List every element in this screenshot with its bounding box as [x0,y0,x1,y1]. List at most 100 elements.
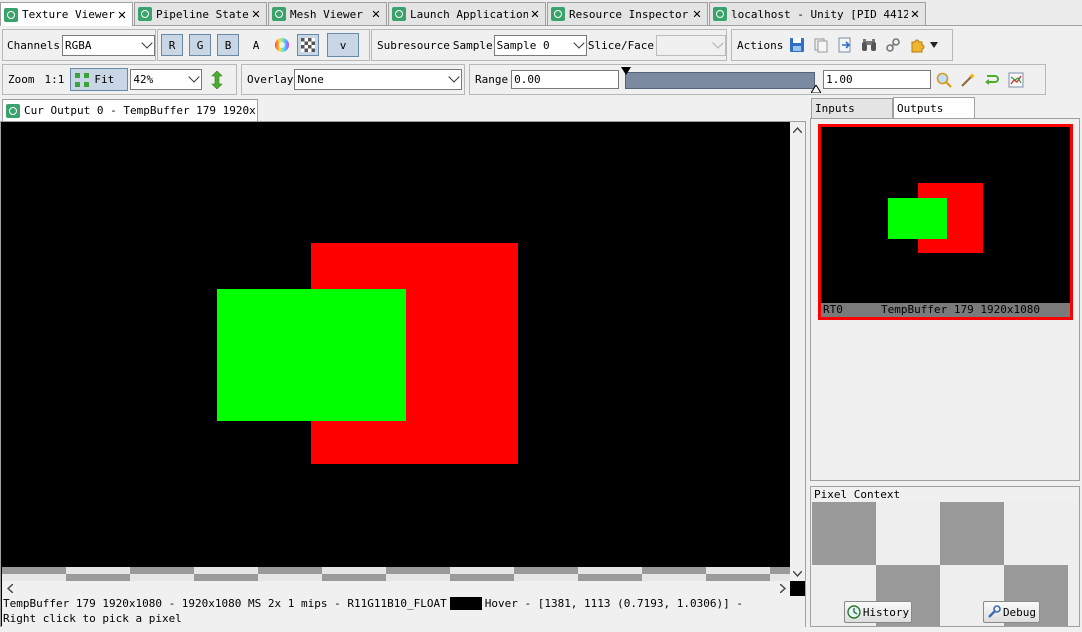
chevron-down-icon [573,36,585,49]
slice-face-select[interactable] [656,34,726,56]
debug-button[interactable]: Debug [983,601,1040,623]
tab-localhost-unity[interactable]: localhost - Unity [PID 4412] ✕ [709,2,926,25]
close-icon[interactable]: ✕ [249,7,263,21]
auto-fit-wand-icon[interactable] [959,71,977,89]
scroll-left-icon[interactable] [2,581,17,596]
status-line-2: Right click to pick a pixel [3,612,182,625]
range-max-handle[interactable] [811,84,822,93]
scroll-up-icon[interactable] [790,122,805,137]
pixel-context-panel: Pixel Context History Debug [810,486,1080,627]
thumbnail-slot: RT0 [823,303,843,316]
copy-icon[interactable] [812,36,830,54]
range-max-input[interactable]: 1.00 [823,70,932,89]
range-histogram[interactable] [621,66,825,94]
save-icon[interactable] [788,36,806,54]
range-min-input[interactable]: 0.00 [511,70,620,89]
tab-label: Texture Viewer [22,8,115,21]
histogram-icon[interactable] [1007,71,1025,89]
tab-inputs[interactable]: Inputs [811,98,893,118]
reset-range-icon[interactable] [983,71,1001,89]
texture-view-panel: TempBuffer 179 1920x1080 - 1920x1080 MS … [0,121,806,627]
open-in-viewer-icon[interactable] [836,36,854,54]
channels-value: RGBA [64,38,92,52]
tab-label: Mesh Viewer [290,7,363,21]
checkerboard-button[interactable] [297,34,319,56]
renderdoc-icon [551,7,565,21]
status-bar: TempBuffer 179 1920x1080 - 1920x1080 MS … [2,596,805,627]
blue-channel-label: B [224,38,232,52]
green-channel-button[interactable]: G [189,34,211,56]
history-icon [847,605,861,619]
renderdoc-icon [138,7,152,21]
zoom-select[interactable]: 42% [130,69,203,90]
range-label: Range [475,73,509,86]
close-icon[interactable]: ✕ [908,7,922,21]
tab-label: Outputs [897,102,944,115]
chevron-down-icon: v [339,38,347,52]
fit-button[interactable]: Fit [70,68,129,91]
tab-label: localhost - Unity [PID 4412] [731,7,908,21]
puzzle-icon[interactable] [908,36,926,54]
actions-group: Actions [731,29,953,61]
overlay-value: None [297,73,324,86]
tab-label: Pipeline State [156,7,249,21]
pixel-cell [940,502,1004,565]
overlay-select[interactable]: None [294,69,463,90]
zoom-one-to-one-button[interactable]: 1:1 [45,73,65,86]
dropdown-arrow-icon[interactable] [928,36,940,54]
tab-texture-viewer[interactable]: Texture Viewer ✕ [0,2,133,26]
close-icon[interactable]: ✕ [369,7,383,21]
checkerboard-icon [301,38,315,52]
close-icon[interactable]: ✕ [115,8,129,22]
channels-select[interactable]: RGBA [61,34,155,56]
green-rectangle [217,289,406,421]
tab-cur-output[interactable]: Cur Output 0 - TempBuffer 179 1920x1⋯ [2,99,258,121]
subresource-label: Subresource [377,38,450,52]
texture-canvas[interactable] [2,122,790,567]
scroll-down-icon[interactable] [790,566,805,581]
tab-launch-application[interactable]: Launch Application ✕ [388,2,546,25]
alpha-channel-label: A [252,38,260,52]
checkerboard-strip [2,567,790,581]
subresource-group: Subresource Sample Sample 0 Slice/Face [371,29,727,61]
red-channel-label: R [168,38,176,52]
history-button[interactable]: History [844,601,912,623]
tab-outputs[interactable]: Outputs [893,97,975,119]
output-thumbnail[interactable]: RT0 TempBuffer 179 1920x1080 [818,124,1073,320]
renderdoc-icon [4,7,18,22]
close-icon[interactable]: ✕ [690,7,704,21]
slice-face-label: Slice/Face [587,38,655,52]
alpha-channel-button[interactable]: A [245,34,267,56]
scroll-right-icon[interactable] [775,581,790,596]
link-icon[interactable] [884,36,902,54]
red-channel-button[interactable]: R [161,34,183,56]
horizontal-scrollbar[interactable] [2,581,790,596]
more-channels-button[interactable]: v [327,33,359,57]
tab-label: Resource Inspector [569,7,689,21]
chevron-down-icon [712,36,724,49]
close-icon[interactable]: ✕ [528,7,542,21]
tab-pipeline-state[interactable]: Pipeline State ✕ [134,2,267,25]
document-tab-bar: Texture Viewer ✕ Pipeline State ✕ Mesh V… [0,0,1082,26]
vertical-scrollbar[interactable] [790,122,805,581]
color-wheel-icon[interactable] [273,36,291,54]
binoculars-icon[interactable] [860,36,878,54]
range-min-handle[interactable] [621,66,632,75]
wrench-icon [988,605,1001,618]
chevron-down-icon [448,71,461,83]
flip-vertical-icon[interactable] [208,70,226,89]
sample-label: Sample [452,38,493,52]
zoom-range-icon[interactable] [935,71,953,89]
sample-select[interactable]: Sample 0 [493,34,587,56]
tab-resource-inspector[interactable]: Resource Inspector ✕ [547,2,708,25]
pixel-context-title: Pixel Context [814,488,901,501]
overlay-label: Overlay [247,73,294,86]
debug-label: Debug [1002,605,1037,619]
status-line-1: TempBuffer 179 1920x1080 - 1920x1080 MS … [3,596,805,611]
renderdoc-icon [272,7,286,21]
range-group: Range 0.00 1.00 [469,64,1046,95]
range-min-value: 0.00 [514,73,541,86]
tab-mesh-viewer[interactable]: Mesh Viewer ✕ [268,2,387,25]
blue-channel-button[interactable]: B [217,34,239,56]
fit-label: Fit [94,73,115,86]
